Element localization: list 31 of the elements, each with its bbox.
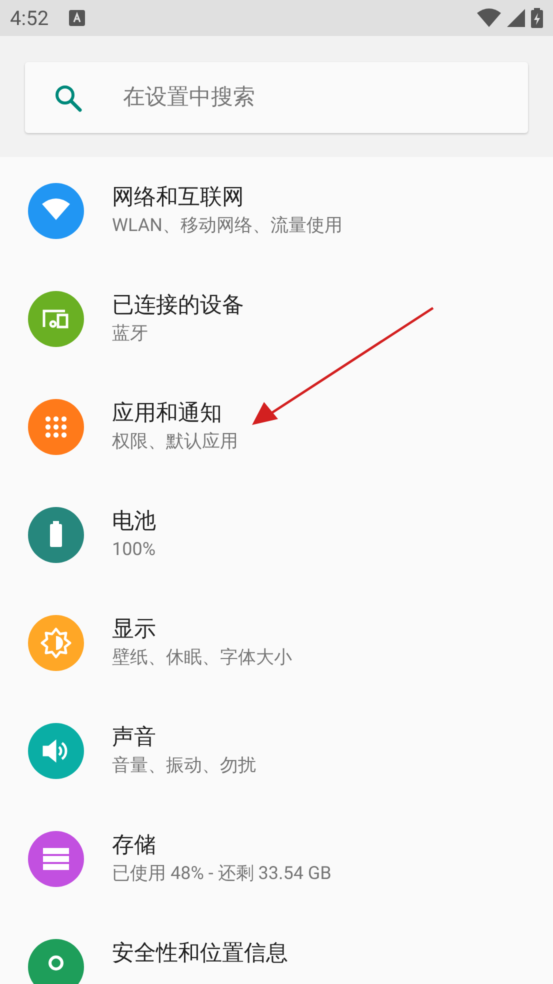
search-icon xyxy=(54,84,82,112)
signal-icon xyxy=(507,9,525,27)
item-subtitle: 壁纸、休眠、字体大小 xyxy=(112,646,292,670)
search-input[interactable]: 在设置中搜索 xyxy=(123,81,528,114)
item-title: 声音 xyxy=(112,724,157,752)
wifi-icon xyxy=(477,8,501,28)
item-subtitle: WLAN、移动网络、流量使用 xyxy=(112,214,342,238)
settings-item[interactable]: 显示 壁纸、休眠、字体大小 xyxy=(0,589,553,697)
keyboard-notification-icon xyxy=(68,10,85,26)
settings-item[interactable]: 存储 已使用 48% - 还剩 33.54 GB xyxy=(0,805,553,913)
item-subtitle: 100% xyxy=(112,538,156,562)
settings-item[interactable]: 声音 音量、振动、勿扰 xyxy=(0,697,553,805)
item-title: 已连接的设备 xyxy=(112,292,244,320)
item-title: 网络和互联网 xyxy=(112,184,245,212)
clock: 4:52 xyxy=(10,5,49,32)
item-title: 安全性和位置信息 xyxy=(112,940,288,968)
settings-item[interactable]: 网络和互联网 WLAN、移动网络、流量使用 xyxy=(0,157,553,265)
item-subtitle: 已使用 48% - 还剩 33.54 GB xyxy=(112,862,332,886)
settings-item[interactable]: 应用和通知 权限、默认应用 xyxy=(0,373,553,481)
item-title: 应用和通知 xyxy=(112,400,223,428)
item-title: 电池 xyxy=(112,508,156,536)
battery-charging-icon xyxy=(531,8,543,28)
search-field[interactable]: 在设置中搜索 xyxy=(25,62,528,133)
settings-item[interactable]: 安全性和位置信息 xyxy=(0,913,553,984)
item-subtitle: 权限、默认应用 xyxy=(112,430,238,454)
item-subtitle: 音量、振动、勿扰 xyxy=(112,754,256,778)
settings-item[interactable]: 电池 100% xyxy=(0,481,553,589)
item-title: 存储 xyxy=(112,832,157,860)
item-title: 显示 xyxy=(112,616,157,644)
item-subtitle: 蓝牙 xyxy=(112,322,149,346)
settings-item[interactable]: 已连接的设备 蓝牙 xyxy=(0,265,553,373)
